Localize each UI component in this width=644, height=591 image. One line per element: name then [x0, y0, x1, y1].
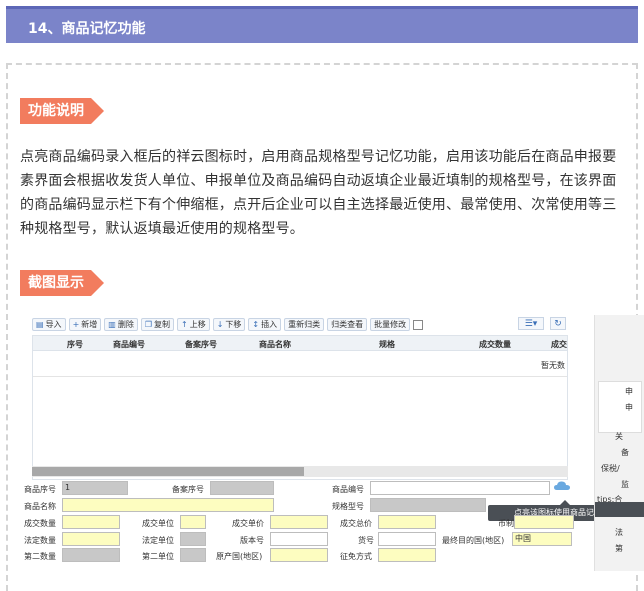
- legal-unit-label: 法定单位: [142, 536, 174, 545]
- second-unit-label: 第二单位: [142, 552, 174, 561]
- refresh-button[interactable]: ↻: [550, 317, 566, 330]
- copy-button[interactable]: ❐ 复制: [140, 318, 174, 331]
- currency-input[interactable]: [514, 515, 574, 529]
- move-down-button[interactable]: ↓ 下移: [212, 318, 246, 331]
- side-text: 申: [625, 403, 633, 412]
- legal-qty-label: 法定数量: [24, 536, 56, 545]
- legal-qty-input[interactable]: [62, 532, 120, 546]
- empty-text: 暂无数: [541, 361, 565, 370]
- item-no-label: 商品序号: [24, 485, 56, 494]
- plus-icon: +: [72, 320, 80, 329]
- qty-label: 成交数量: [24, 519, 56, 528]
- column-menu-button[interactable]: ☰▾: [518, 317, 544, 330]
- unit-input[interactable]: [180, 515, 206, 529]
- unit-label: 成交单位: [142, 519, 174, 528]
- col-qty[interactable]: 成交数量: [479, 339, 511, 350]
- trash-icon: ▥: [108, 320, 116, 329]
- total-input[interactable]: [378, 515, 436, 529]
- dest-input[interactable]: 中国: [512, 532, 572, 546]
- function-description-tag: 功能说明: [20, 98, 104, 124]
- toolbar: ▤ 导入 + 新增 ▥ 删除 ❐ 复制 ↑ 上移 ↓ 下移 ↕ 插入 重新归类 归类查看 批量…: [32, 316, 592, 333]
- delete-button[interactable]: ▥ 删除: [104, 318, 138, 331]
- spec-field[interactable]: [370, 498, 486, 512]
- form-row-3: 成交数量 成交单位 成交单价 成交总价 币制: [22, 515, 596, 530]
- col-spec[interactable]: 规格: [379, 339, 395, 350]
- side-text: 第: [615, 544, 623, 553]
- list-icon: ☰▾: [524, 318, 538, 329]
- goods-name-input[interactable]: [62, 498, 274, 512]
- goods-no-label: 货号: [358, 536, 374, 545]
- toolbar-checkbox[interactable]: [413, 319, 424, 330]
- import-icon: ▤: [36, 320, 44, 329]
- description-paragraph: 点亮商品编码录入框后的祥云图标时，启用商品规格型号记忆功能，启用该功能后在商品申…: [20, 149, 617, 237]
- section-title: 14、商品记忆功能: [28, 21, 146, 37]
- tax-input[interactable]: [378, 548, 436, 562]
- form-row-1: 商品序号 1 备案序号 商品编号: [22, 481, 596, 496]
- origin-label: 原产国(地区): [216, 552, 263, 561]
- col-deal[interactable]: 成交: [551, 339, 567, 350]
- table-header: 序号 商品编号 备案序号 商品名称 规格 成交数量 成交: [33, 336, 567, 351]
- col-goods-name[interactable]: 商品名称: [259, 339, 291, 350]
- origin-input[interactable]: [270, 548, 328, 562]
- version-label: 版本号: [240, 536, 264, 545]
- add-button[interactable]: + 新增: [68, 318, 102, 331]
- col-goods-code[interactable]: 商品编号: [113, 339, 145, 350]
- record-no-label: 备案序号: [172, 485, 204, 494]
- reclassify-button[interactable]: 重新归类: [284, 318, 325, 331]
- currency-label: 币制: [498, 519, 514, 528]
- side-text: 法: [615, 528, 623, 537]
- side-text: 保税/: [601, 464, 620, 473]
- move-up-button[interactable]: ↑ 上移: [177, 318, 210, 331]
- side-text: 备: [621, 448, 629, 457]
- form-row-4: 法定数量 法定单位 版本号 货号 最终目的国(地区) 中国: [22, 532, 596, 547]
- goods-code-input[interactable]: [370, 481, 550, 495]
- goods-no-input[interactable]: [378, 532, 436, 546]
- scroll-thumb[interactable]: [32, 467, 304, 476]
- qty-input[interactable]: [62, 515, 120, 529]
- section-header: 14、商品记忆功能: [6, 6, 638, 43]
- spec-label: 规格型号: [332, 502, 364, 511]
- row-divider: [33, 376, 567, 377]
- name-label: 商品名称: [24, 502, 56, 511]
- record-no-field[interactable]: [210, 481, 274, 495]
- horizontal-scrollbar[interactable]: [32, 466, 568, 477]
- second-qty-label: 第二数量: [24, 552, 56, 561]
- legal-unit-field[interactable]: [180, 532, 206, 546]
- side-text: 申: [625, 387, 633, 396]
- insert-icon: ↕: [252, 320, 260, 329]
- code-label: 商品编号: [332, 485, 364, 494]
- copy-icon: ❐: [144, 320, 152, 329]
- second-unit-field[interactable]: [180, 548, 206, 562]
- total-label: 成交总价: [340, 519, 372, 528]
- embedded-screenshot: ▤ 导入 + 新增 ▥ 删除 ❐ 复制 ↑ 上移 ↓ 下移 ↕ 插入 重新归类 归类查看 批量…: [22, 315, 644, 571]
- col-record-no[interactable]: 备案序号: [185, 339, 217, 350]
- batch-modify-button[interactable]: 批量修改: [370, 318, 411, 331]
- form-row-5: 第二数量 第二单位 原产国(地区) 征免方式: [22, 548, 596, 563]
- price-label: 成交单价: [232, 519, 264, 528]
- tax-label: 征免方式: [340, 552, 372, 561]
- view-classification-button[interactable]: 归类查看: [327, 318, 368, 331]
- dest-label: 最终目的国(地区): [442, 536, 505, 545]
- side-text: 监: [621, 480, 629, 489]
- col-seq[interactable]: 序号: [67, 339, 83, 350]
- arrow-down-icon: ↓: [216, 320, 224, 329]
- side-info-box: 申 申: [598, 381, 642, 433]
- import-button[interactable]: ▤ 导入: [32, 318, 66, 331]
- item-no-field[interactable]: 1: [62, 481, 128, 495]
- screenshot-tag: 截图显示: [20, 270, 104, 296]
- price-input[interactable]: [270, 515, 328, 529]
- cloud-icon[interactable]: [554, 481, 570, 491]
- goods-table: 序号 商品编号 备案序号 商品名称 规格 成交数量 成交 暂无数: [32, 335, 568, 480]
- side-panel: 申 申 关 备 保税/ 监 tips:合 法 第: [594, 315, 644, 571]
- arrow-up-icon: ↑: [181, 320, 188, 329]
- second-qty-field[interactable]: [62, 548, 120, 562]
- side-dark-bar: [595, 502, 644, 517]
- version-input[interactable]: [270, 532, 328, 546]
- refresh-icon: ↻: [554, 318, 562, 329]
- insert-button[interactable]: ↕ 插入: [248, 318, 282, 331]
- side-text: 关: [615, 432, 623, 441]
